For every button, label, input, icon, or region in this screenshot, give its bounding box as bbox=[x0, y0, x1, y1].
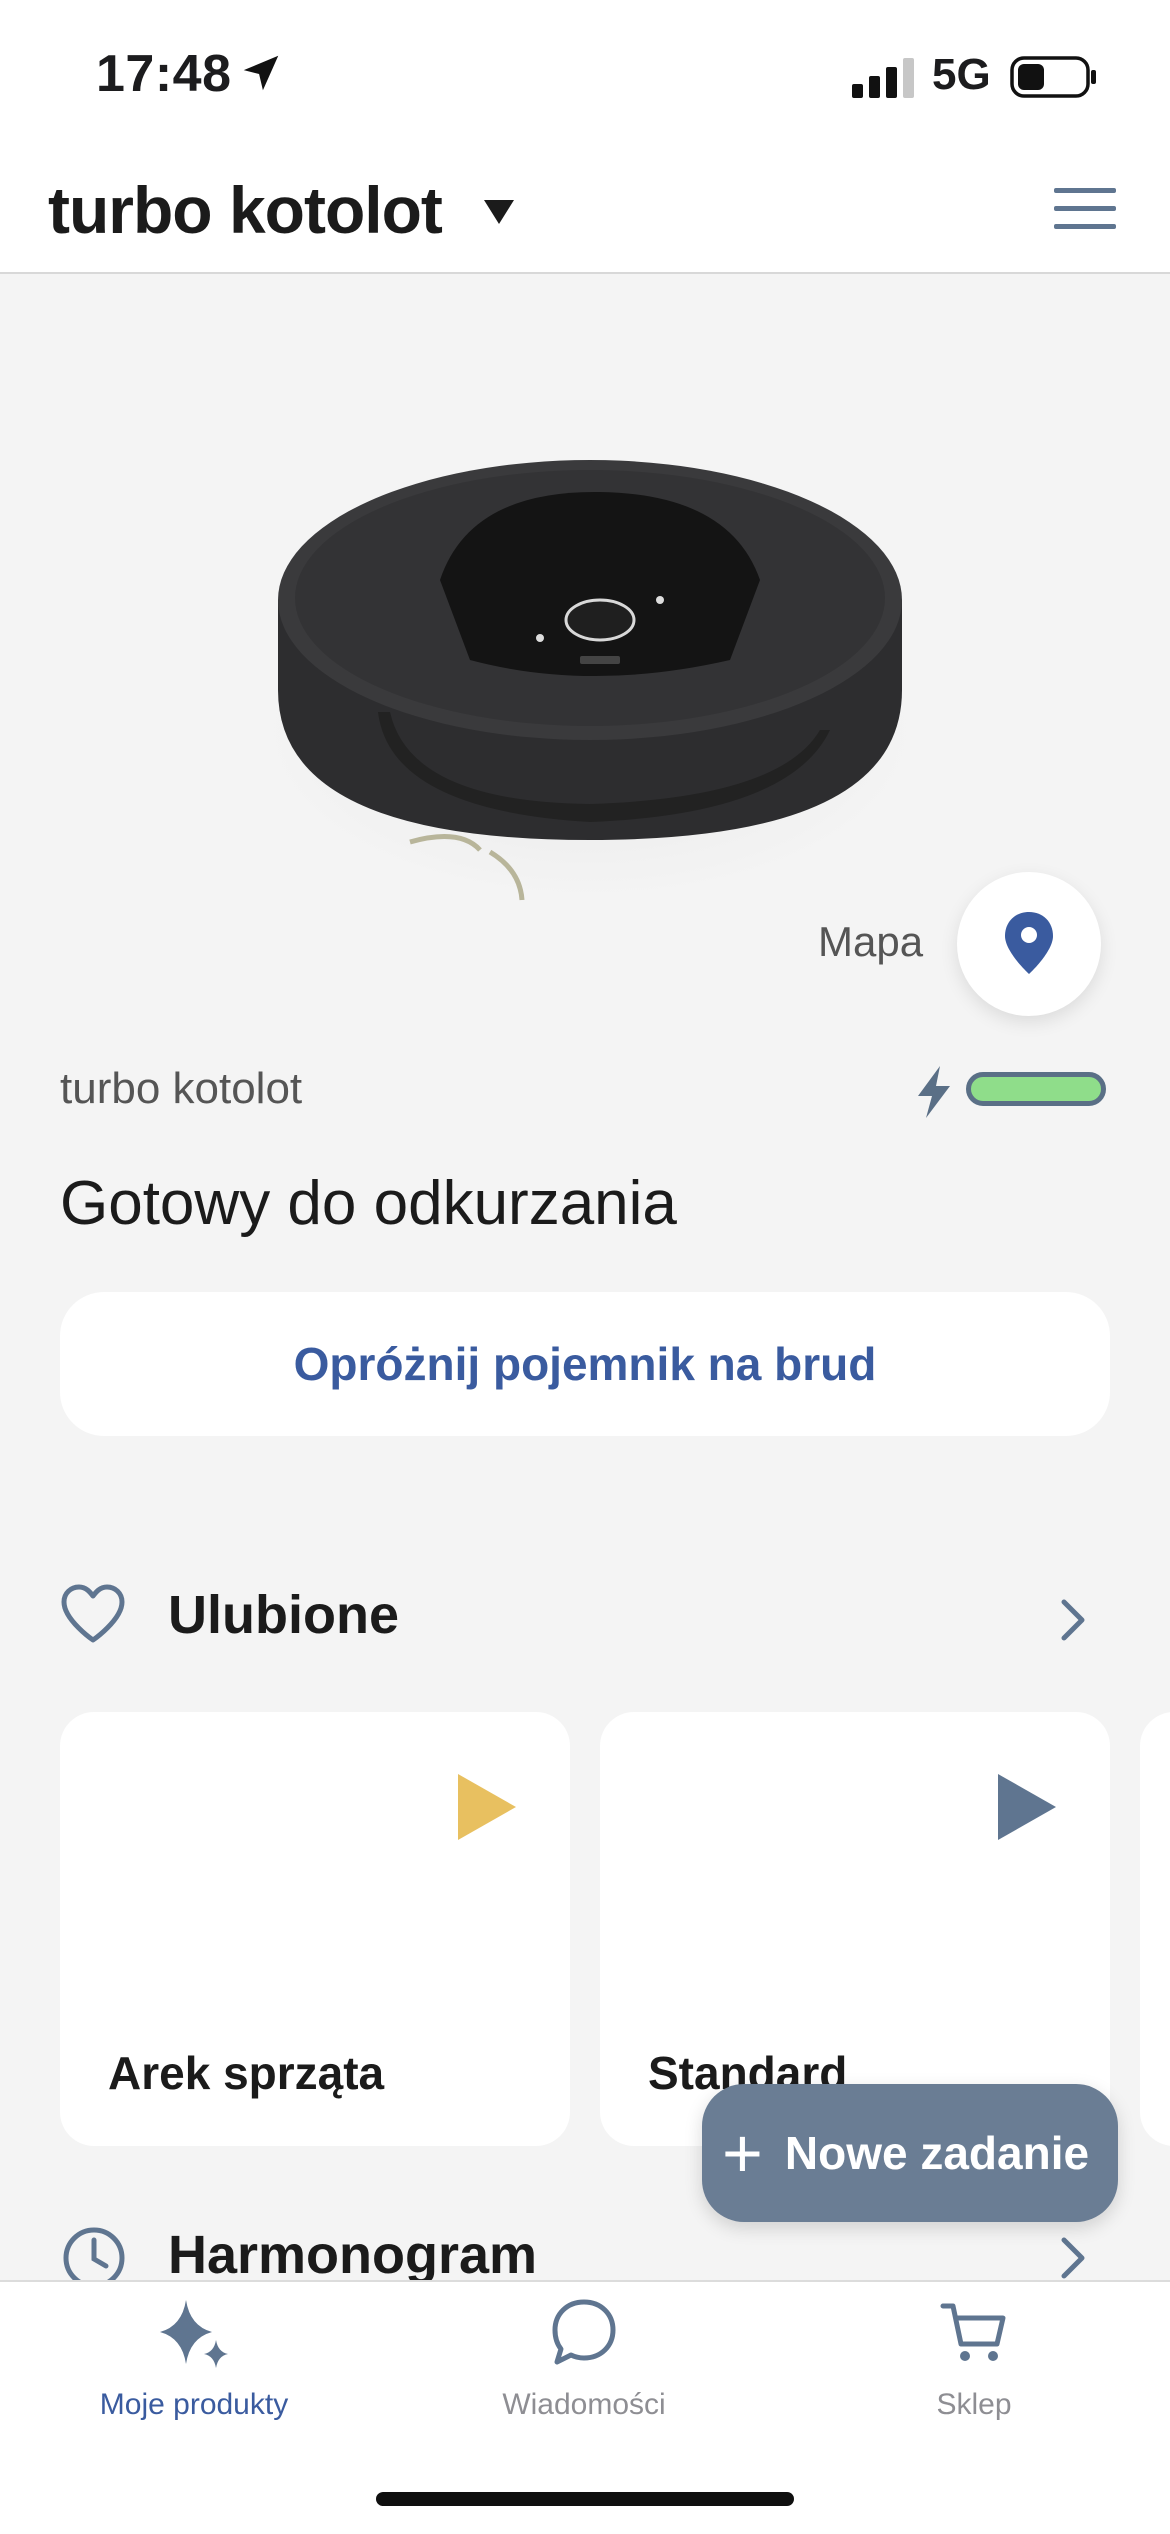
favorite-card-label: Arek sprząta bbox=[108, 2047, 385, 2099]
favorites-title: Ulubione bbox=[168, 1585, 399, 1645]
battery-level-bar bbox=[966, 1072, 1106, 1106]
robot-vacuum-image bbox=[260, 460, 920, 901]
tab-my-products[interactable]: Moje produkty bbox=[14, 2296, 374, 2422]
network-type: 5G bbox=[932, 50, 991, 99]
chevron-right-icon[interactable] bbox=[1060, 1598, 1086, 1642]
cart-icon bbox=[940, 2303, 1006, 2361]
dropdown-triangle-icon[interactable] bbox=[484, 200, 514, 224]
empty-bin-button[interactable]: Opróżnij pojemnik na brud bbox=[60, 1292, 1110, 1436]
play-icon[interactable] bbox=[454, 1772, 518, 1842]
chevron-right-icon[interactable] bbox=[1060, 2236, 1086, 2280]
home-indicator[interactable] bbox=[376, 2492, 794, 2506]
schedule-title: Harmonogram bbox=[168, 2225, 538, 2285]
plus-icon: + bbox=[722, 2114, 763, 2192]
status-time: 17:48 bbox=[96, 45, 232, 103]
new-task-label: Nowe zadanie bbox=[784, 2127, 1090, 2179]
tab-label: Moje produkty bbox=[99, 2388, 289, 2421]
charging-bolt-icon bbox=[918, 1066, 950, 1118]
map-pin-icon bbox=[1005, 912, 1053, 974]
hamburger-menu-icon[interactable] bbox=[1054, 188, 1116, 230]
chat-bubble-icon bbox=[552, 2299, 616, 2365]
tab-messages[interactable]: Wiadomości bbox=[404, 2296, 764, 2422]
signal-icon bbox=[852, 58, 914, 98]
robot-selector-title[interactable]: turbo kotolot bbox=[48, 172, 443, 248]
tab-label: Wiadomości bbox=[502, 2388, 666, 2421]
favorite-card[interactable]: Standard bbox=[600, 1712, 1110, 2146]
location-arrow-icon bbox=[243, 55, 279, 91]
play-icon[interactable] bbox=[994, 1772, 1058, 1842]
sparkle-icon bbox=[160, 2300, 228, 2368]
new-task-button[interactable]: + Nowe zadanie bbox=[702, 2084, 1118, 2222]
tab-shop[interactable]: Sklep bbox=[794, 2296, 1154, 2422]
robot-status: Gotowy do odkurzania bbox=[60, 1169, 677, 1238]
map-label: Mapa bbox=[818, 918, 924, 965]
robot-name-label: turbo kotolot bbox=[60, 1064, 303, 1113]
map-button[interactable] bbox=[957, 872, 1101, 1016]
tab-label: Sklep bbox=[936, 2388, 1012, 2421]
heart-icon bbox=[61, 1584, 125, 1643]
battery-icon bbox=[1010, 56, 1096, 98]
favorite-card-peek[interactable] bbox=[1140, 1712, 1170, 2146]
favorite-card[interactable]: Arek sprząta bbox=[60, 1712, 570, 2146]
